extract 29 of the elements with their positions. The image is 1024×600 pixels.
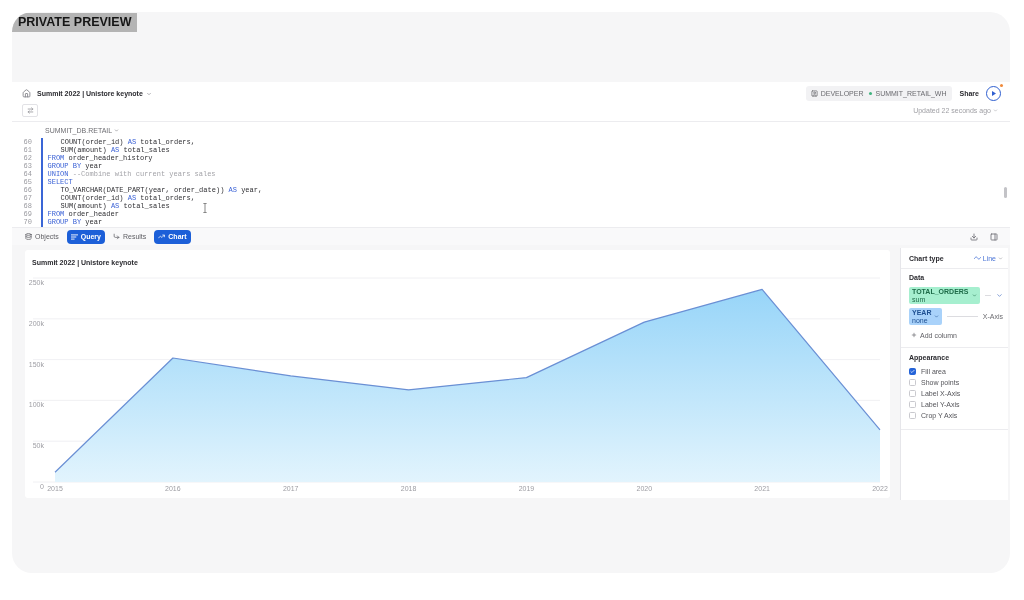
download-icon[interactable]	[970, 232, 978, 241]
checkbox[interactable]	[909, 412, 916, 419]
caret-icon	[145, 90, 152, 97]
line-chart-icon	[158, 233, 166, 240]
text-cursor-icon	[203, 203, 207, 213]
database-icon	[25, 233, 32, 240]
caret-icon	[998, 255, 1003, 261]
lines-icon	[70, 233, 78, 240]
checkbox[interactable]	[909, 368, 916, 375]
swap-button[interactable]	[22, 104, 38, 117]
panel-icon[interactable]	[990, 232, 998, 241]
chevron-down-icon[interactable]	[996, 292, 1003, 299]
play-icon	[991, 91, 996, 96]
swap-icon	[26, 107, 34, 114]
caret-icon	[114, 127, 120, 133]
wave-icon	[973, 256, 981, 260]
house-icon	[22, 89, 31, 98]
checkbox[interactable]	[909, 390, 916, 397]
check-icon	[910, 369, 915, 374]
caret-icon	[971, 293, 977, 298]
caret-icon	[934, 314, 940, 319]
caret-icon	[993, 108, 998, 113]
checkbox[interactable]	[909, 401, 916, 408]
corner-arrow-icon	[112, 233, 120, 240]
scrollbar-thumb[interactable]	[1004, 187, 1007, 198]
checkbox[interactable]	[909, 379, 916, 386]
user-icon	[810, 90, 818, 97]
preview-label: PRIVATE PREVIEW	[12, 13, 138, 32]
plus-icon	[911, 332, 917, 338]
